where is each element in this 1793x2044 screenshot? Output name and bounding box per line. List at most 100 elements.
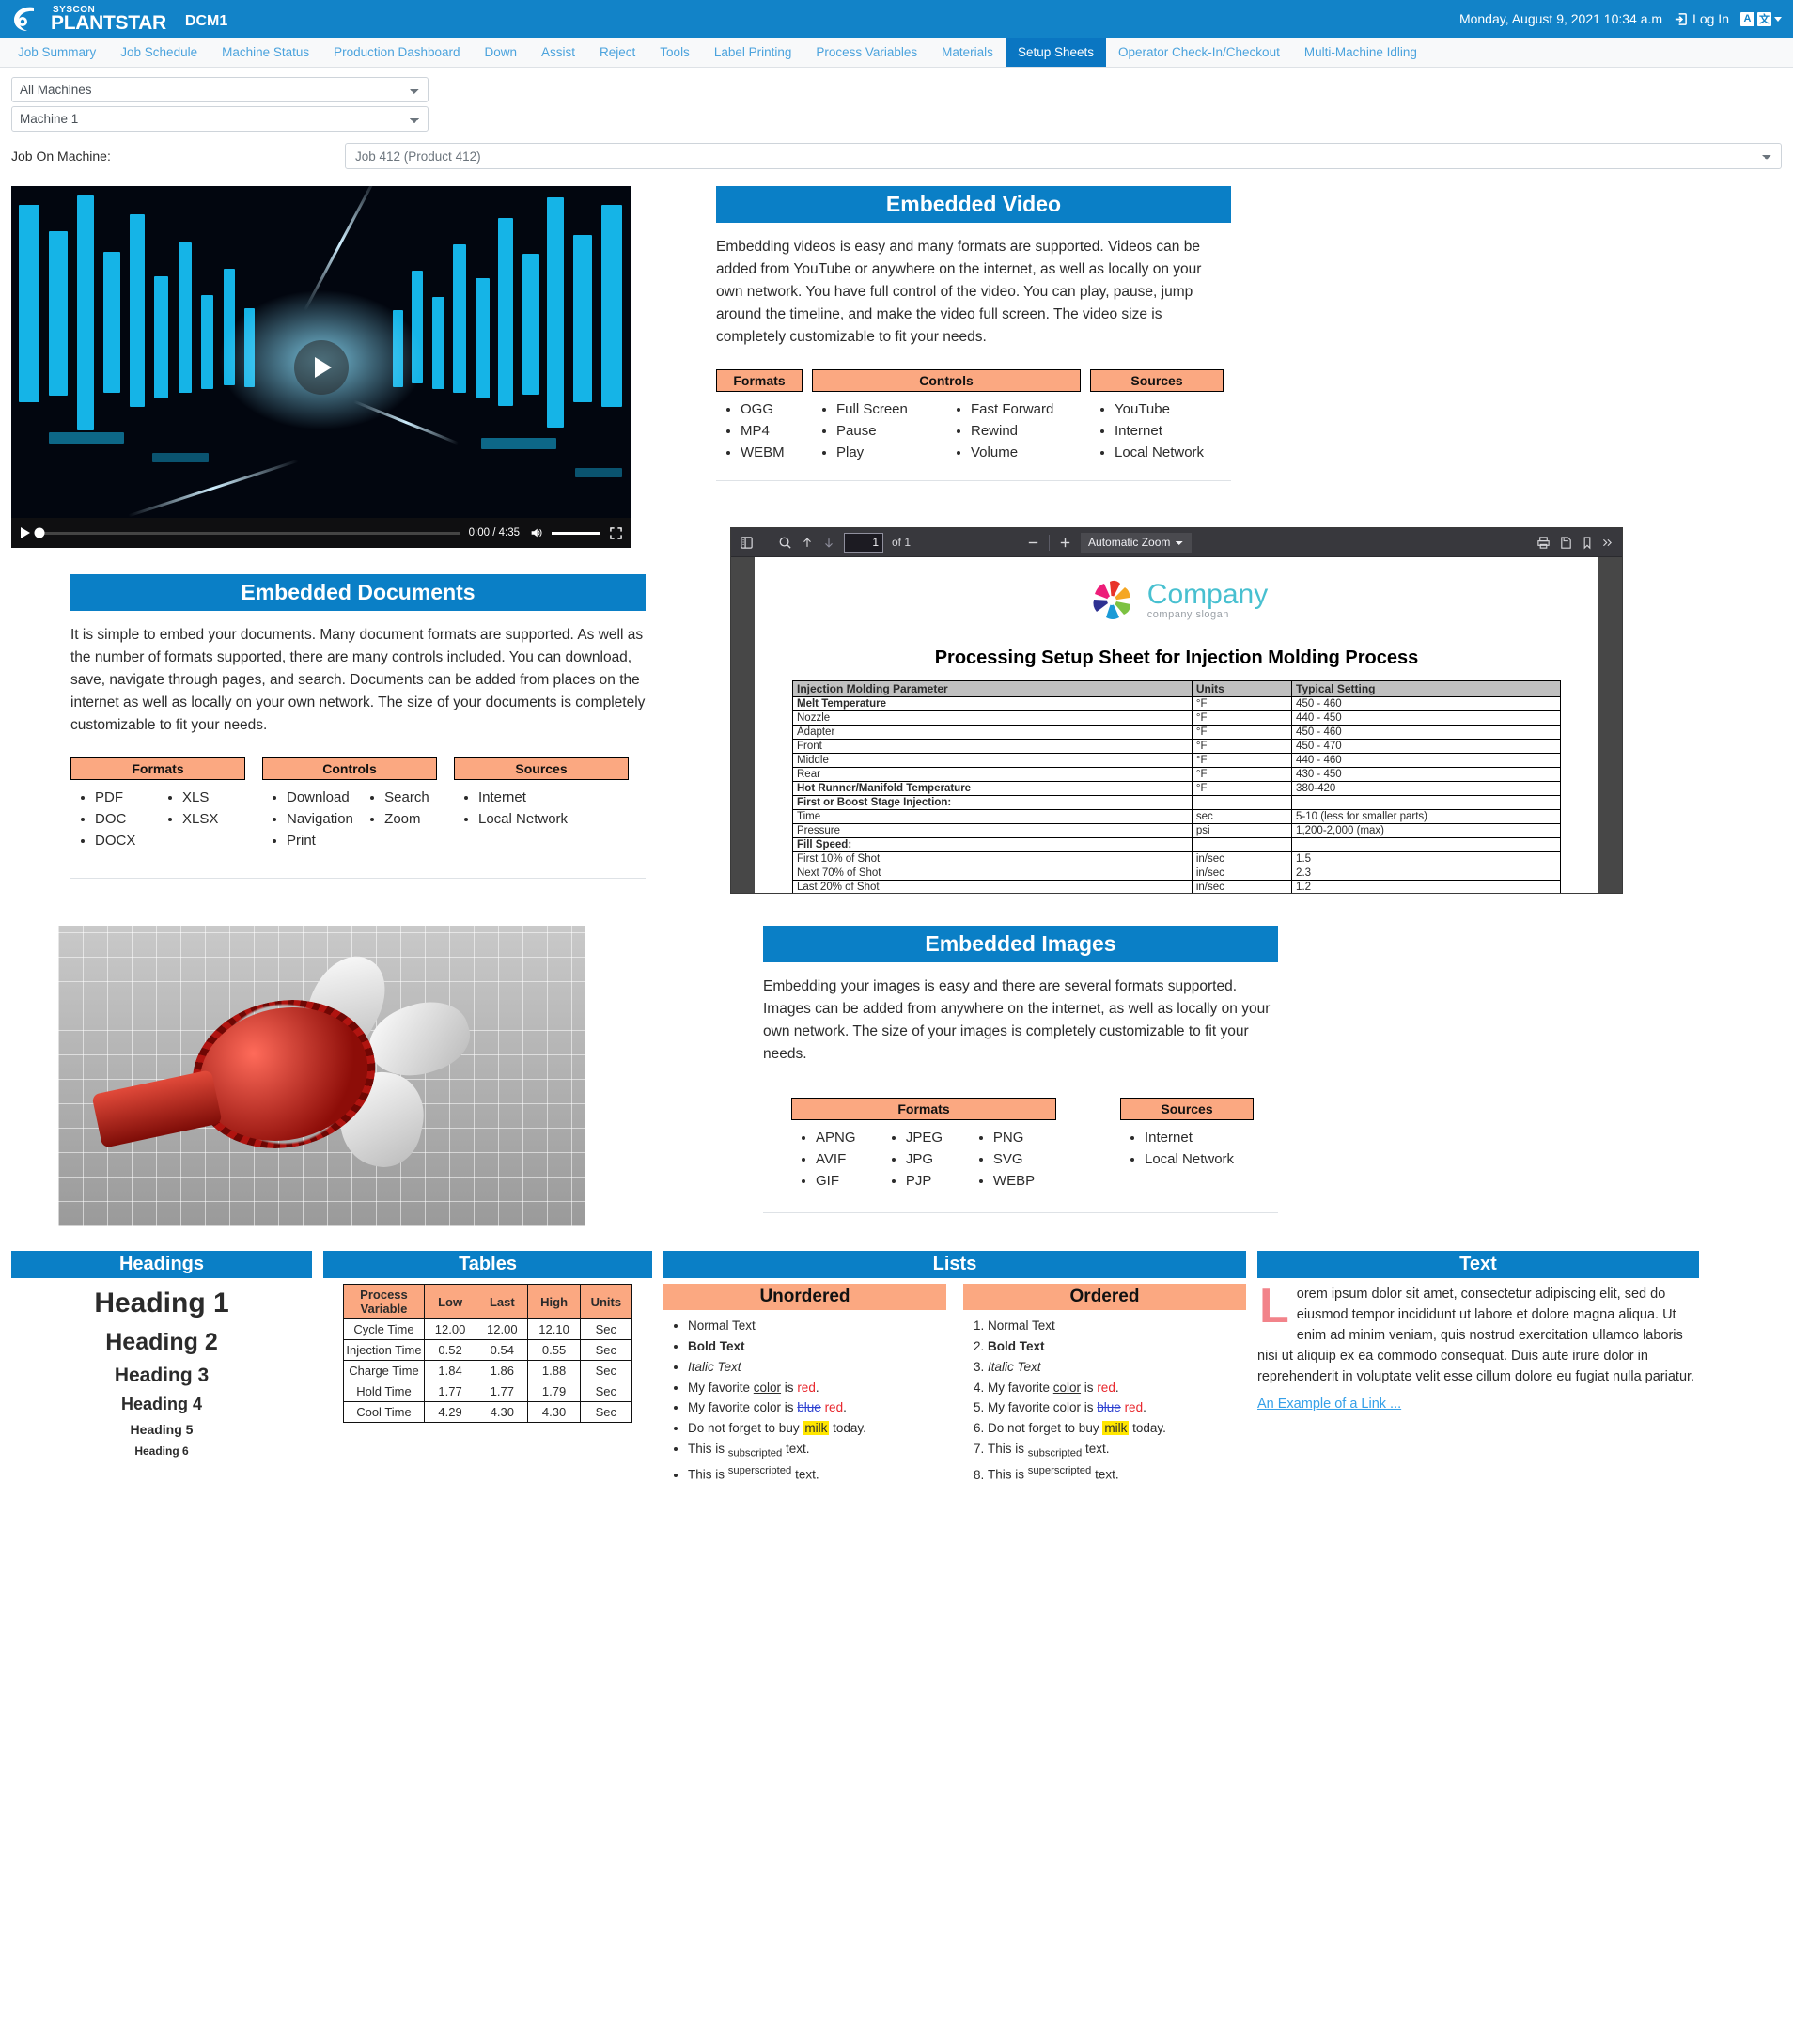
cell-setting: 450 - 470 — [1291, 739, 1561, 754]
fullscreen-icon[interactable] — [610, 526, 622, 539]
list-item: My favorite color is red. — [688, 1378, 946, 1398]
subscript-word: subscripted — [727, 1447, 783, 1459]
pdf-page-input[interactable] — [844, 532, 883, 553]
toolbar-divider — [1049, 534, 1051, 551]
table-row: Cycle Time 12.00 12.00 12.10 Sec — [343, 1318, 633, 1340]
machine-selectors: All Machines Machine 1 — [0, 68, 1793, 132]
heading-5-sample: Heading 5 — [130, 1422, 194, 1437]
image-formats-group: Formats APNG AVIF GIF JPEG JPG PJP — [791, 1098, 1056, 1192]
pdf-zoom-select[interactable]: Automatic Zoom — [1081, 532, 1193, 553]
job-on-machine-select[interactable]: Job 412 (Product 412) — [345, 143, 1782, 169]
list-item: Bold Text — [688, 1336, 946, 1357]
table-row: Last 20% of Shot in/sec 1.2 — [792, 880, 1561, 893]
volume-slider[interactable] — [552, 531, 600, 535]
sidebar-toggle-icon[interactable] — [740, 536, 754, 550]
item-text-italic: Italic Text — [688, 1359, 741, 1374]
nav-item-operator-checkin[interactable]: Operator Check-In/Checkout — [1106, 38, 1292, 67]
cell-units: Sec — [579, 1339, 633, 1361]
embedded-video-body: Embedding videos is easy and many format… — [716, 239, 1202, 346]
video-seek-bar[interactable] — [34, 527, 460, 538]
col-units: Units — [1191, 680, 1293, 697]
list-item: This is subscripted text. — [988, 1439, 1246, 1462]
login-button[interactable]: Log In — [1674, 11, 1729, 26]
video-formats-list: OGG MP4 WEBM — [716, 399, 803, 463]
video-seek-handle[interactable] — [34, 527, 45, 538]
lists-title: Lists — [663, 1251, 1246, 1278]
print-icon[interactable] — [1536, 536, 1551, 550]
video-play-overlay-button[interactable] — [294, 339, 349, 395]
embedded-documents-categories: Formats PDF DOC DOCX XLS XLSX — [70, 757, 646, 851]
volume-icon[interactable] — [529, 526, 542, 539]
nav-item-process-variables[interactable]: Process Variables — [803, 38, 929, 67]
list-item: My favorite color is blue red. — [988, 1397, 1246, 1418]
nav-item-production-dashboard[interactable]: Production Dashboard — [321, 38, 472, 67]
unit-label: DCM1 — [184, 13, 228, 29]
play-icon[interactable] — [21, 527, 30, 538]
list-item: Normal Text — [688, 1316, 946, 1336]
nav-item-assist[interactable]: Assist — [529, 38, 587, 67]
table-row: Pressure psi 1,200-2,000 (max) — [792, 823, 1561, 838]
list-item: Navigation — [287, 809, 360, 831]
cell-variable: Cycle Time — [343, 1318, 425, 1340]
nav-item-job-schedule[interactable]: Job Schedule — [108, 38, 210, 67]
nav-item-reject[interactable]: Reject — [587, 38, 647, 67]
nav-item-tools[interactable]: Tools — [647, 38, 702, 67]
heading-6-sample: Heading 6 — [134, 1444, 189, 1458]
table-header-row: Process Variable Low Last High Units — [343, 1284, 633, 1319]
nav-item-materials[interactable]: Materials — [929, 38, 1006, 67]
embedded-images-panel: Embedded Images Embedding your images is… — [763, 926, 1278, 1226]
cell-param: First or Boost Stage Injection: — [792, 795, 1193, 810]
divider — [763, 1212, 1278, 1214]
pdf-viewer[interactable]: of 1 Automatic Zoom — [730, 527, 1623, 894]
setup-sheet-content: 0:00 / 4:35 Embedded Video Embedding vid… — [0, 186, 1793, 1226]
bookmark-icon[interactable] — [1582, 536, 1593, 550]
doc-controls-list-b: Search Zoom — [360, 788, 437, 851]
item-text: Normal Text — [988, 1318, 1055, 1333]
all-machines-select[interactable]: All Machines — [11, 77, 429, 102]
search-icon[interactable] — [778, 536, 792, 550]
minus-icon[interactable] — [1026, 536, 1040, 550]
doc-formats-list-a: PDF DOC DOCX — [70, 788, 158, 851]
list-item: PDF — [95, 788, 158, 809]
top-bar: SYSCON PLANTSTAR DCM1 Monday, August 9, … — [0, 0, 1793, 38]
cell-last: 1.77 — [476, 1381, 529, 1402]
nav-item-job-summary[interactable]: Job Summary — [6, 38, 108, 67]
plus-icon[interactable] — [1058, 536, 1072, 550]
arrow-down-icon[interactable] — [822, 536, 835, 550]
list-item: This is superscripted text. — [988, 1462, 1246, 1485]
list-item: PNG — [993, 1128, 1056, 1149]
machine-select[interactable]: Machine 1 — [11, 106, 429, 132]
save-icon[interactable] — [1559, 536, 1573, 550]
nav-item-machine-status[interactable]: Machine Status — [210, 38, 321, 67]
video-player[interactable]: 0:00 / 4:35 — [11, 186, 631, 548]
double-chevron-right-icon[interactable] — [1601, 536, 1614, 550]
cell-units: Sec — [579, 1381, 633, 1402]
table-row: Time sec 5-10 (less for smaller parts) — [792, 809, 1561, 824]
language-toggle[interactable]: A 文 — [1740, 11, 1782, 26]
cell-units: °F — [1191, 781, 1293, 796]
nav-item-down[interactable]: Down — [473, 38, 530, 67]
process-variable-table-body: Cycle Time 12.00 12.00 12.10 Sec Injection T… — [343, 1318, 633, 1423]
video-controls-list-a: Full Screen Pause Play — [812, 399, 946, 463]
nav-item-multi-machine-idling[interactable]: Multi-Machine Idling — [1292, 38, 1429, 67]
arrow-up-icon[interactable] — [801, 536, 814, 550]
unordered-list: Normal Text Bold Text Italic Text My fav… — [663, 1316, 946, 1485]
video-formats-group: Formats OGG MP4 WEBM — [716, 369, 803, 463]
nav-item-setup-sheets[interactable]: Setup Sheets — [1005, 38, 1106, 67]
example-link[interactable]: An Example of a Link ... — [1257, 1396, 1401, 1412]
datetime-display: Monday, August 9, 2021 10:34 a.m — [1458, 11, 1663, 26]
col-low: Low — [423, 1284, 477, 1319]
table-row: Next 70% of Shot in/sec 2.3 — [792, 866, 1561, 881]
cell-setting: 5-10 (less for smaller parts) — [1291, 809, 1561, 824]
brand-logo-group[interactable]: SYSCON PLANTSTAR DCM1 — [11, 5, 227, 33]
cell-units: Sec — [579, 1360, 633, 1381]
embedded-video-panel: Embedded Video Embedding videos is easy … — [716, 186, 1231, 548]
cell-units — [1191, 837, 1293, 852]
list-item: Search — [384, 788, 437, 809]
headings-samples: Heading 1 Heading 2 Heading 3 Heading 4 … — [11, 1287, 312, 1458]
cell-low: 0.52 — [423, 1339, 477, 1361]
nav-item-label-printing[interactable]: Label Printing — [702, 38, 804, 67]
cell-last: 12.00 — [476, 1318, 529, 1340]
pdf-table-body: Melt Temperature °F 450 - 460 Nozzle °F 440 … — [792, 696, 1561, 893]
image-formats-list-c: PNG SVG WEBP — [969, 1128, 1056, 1192]
